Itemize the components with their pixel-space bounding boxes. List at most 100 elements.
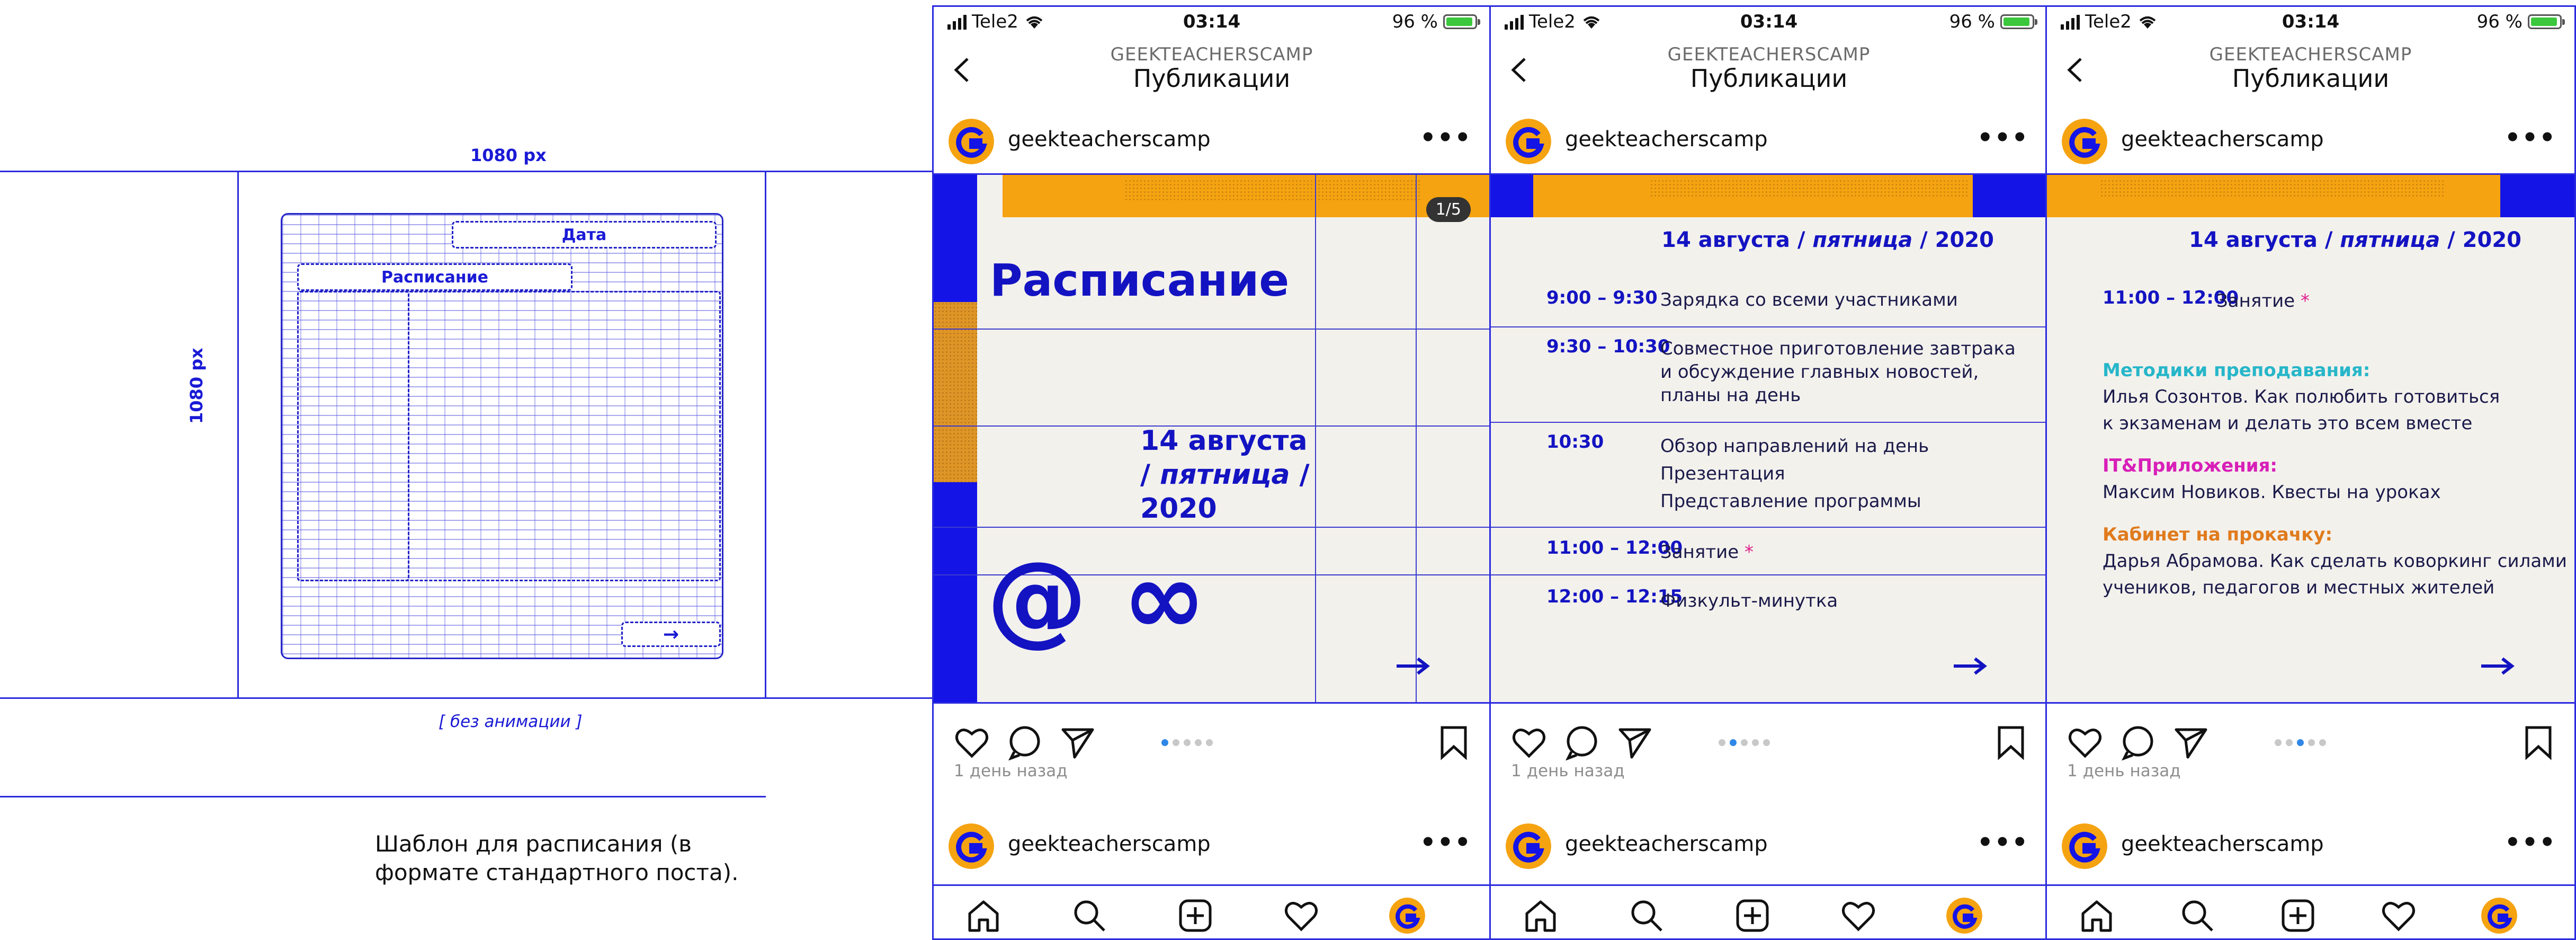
schedule-item: Обзор направлений на день Презентация Пред…	[1660, 436, 1929, 512]
carousel-indicator	[1161, 739, 1213, 746]
avatar[interactable]	[949, 823, 994, 869]
battery-icon	[2000, 14, 2037, 29]
slide-date-block: 14 августа / пятница / 2020	[1140, 424, 1310, 526]
phone-screen-2: Tele2 03:14 96 % GEEKTEACHERSCAMP Публик…	[1489, 5, 2049, 940]
avatar[interactable]	[949, 119, 994, 164]
bottom-tab-bar	[934, 884, 1490, 938]
post-header: geekteacherscamp •••	[1491, 110, 2047, 174]
username[interactable]: geekteacherscamp	[1008, 127, 1211, 152]
heart-icon[interactable]	[1511, 724, 1547, 760]
more-options-icon[interactable]: •••	[1977, 830, 2029, 855]
bookmark-icon[interactable]	[2520, 724, 2556, 760]
status-bar: Tele2 03:14 96 %	[934, 7, 1490, 39]
bookmark-icon[interactable]	[1993, 724, 2029, 760]
carousel-indicator	[2275, 739, 2326, 746]
avatar[interactable]	[1506, 823, 1551, 869]
activity-heart-icon[interactable]	[1283, 898, 1319, 934]
username[interactable]: geekteacherscamp	[2121, 832, 2324, 856]
heart-icon[interactable]	[2067, 724, 2103, 760]
track-2: IT&Приложения: Максим Новиков. Квесты на…	[2103, 453, 2441, 506]
comment-icon[interactable]	[1007, 724, 1043, 760]
screen-title: Публикации	[1690, 64, 1848, 93]
send-icon[interactable]	[1060, 724, 1096, 760]
track-title: Кабинет на прокачку:	[2103, 524, 2333, 545]
avatar[interactable]	[1506, 119, 1551, 164]
send-icon[interactable]	[2173, 724, 2209, 760]
blue-corner	[1491, 175, 1533, 217]
avatar[interactable]	[2062, 823, 2107, 869]
carousel-indicator	[1719, 739, 1770, 746]
next-post-header: geekteacherscamp •••	[934, 815, 1490, 879]
username[interactable]: geekteacherscamp	[1008, 832, 1211, 856]
plus-square-icon[interactable]	[1734, 898, 1770, 934]
next-arrow-icon[interactable]	[1394, 655, 1432, 677]
navigation-header: GEEKTEACHERSCAMP Публикации	[934, 40, 1490, 98]
battery-icon	[1443, 14, 1480, 29]
post-header: geekteacherscamp •••	[2047, 110, 2574, 174]
track-line: Дарья Абрамова. Как сделать коворкинг си…	[2103, 551, 2567, 572]
activity-heart-icon[interactable]	[2381, 898, 2417, 934]
search-icon[interactable]	[1071, 898, 1107, 934]
bottom-tab-bar	[2047, 884, 2574, 938]
account-name-caps: GEEKTEACHERSCAMP	[1667, 44, 1871, 65]
post-image-slide-2[interactable]: 14 августа / пятница / 2020 9:00 – 9:30 …	[1491, 173, 2047, 704]
home-icon[interactable]	[965, 898, 1001, 934]
row-divider	[1491, 326, 2047, 327]
profile-avatar[interactable]	[1389, 898, 1425, 934]
search-icon[interactable]	[1629, 898, 1665, 934]
slide-counter: 1/5	[1426, 197, 1471, 222]
schedule-item: Занятие *	[1660, 542, 1754, 563]
arrow-placeholder: →	[621, 622, 721, 647]
send-icon[interactable]	[1617, 724, 1653, 760]
username[interactable]: geekteacherscamp	[1565, 127, 1768, 152]
more-options-icon[interactable]: •••	[1420, 125, 1472, 150]
bottom-tab-bar	[1491, 884, 2047, 938]
width-label: 1080 px	[470, 145, 547, 165]
track-line: Илья Созонтов. Как полюбить готовиться	[2103, 386, 2500, 407]
grid-line	[934, 329, 1490, 330]
home-icon[interactable]	[2079, 898, 2115, 934]
post-image-slide-1[interactable]: 1/5 Расписание 14 августа / пятница / 20…	[934, 173, 1490, 704]
blue-band	[2500, 175, 2574, 217]
posted-time: 1 день назад	[2067, 761, 2181, 781]
username[interactable]: geekteacherscamp	[1565, 832, 1768, 856]
divider-line	[0, 796, 766, 797]
plus-square-icon[interactable]	[2280, 898, 2316, 934]
date-line-1: 14 августа	[1140, 425, 1308, 457]
search-icon[interactable]	[2179, 898, 2215, 934]
date-line-3: 2020	[1140, 493, 1217, 525]
height-label: 1080 px	[186, 348, 207, 424]
no-animation-note: [ без анимации ]	[439, 712, 583, 731]
avatar[interactable]	[2062, 119, 2107, 164]
schedule-item: Совместное приготовление завтрака и обсуж…	[1660, 338, 2016, 406]
comment-icon[interactable]	[2120, 724, 2156, 760]
post-image-slide-3[interactable]: 14 августа / пятница / 2020 11:00 – 12:0…	[2047, 173, 2574, 704]
more-options-icon[interactable]: •••	[2505, 830, 2556, 855]
home-icon[interactable]	[1523, 898, 1559, 934]
battery-icon	[2528, 14, 2565, 29]
profile-avatar[interactable]	[1946, 898, 1982, 934]
track-line: учеников, педагогов и местных жителей	[2103, 577, 2495, 598]
profile-avatar[interactable]	[2481, 898, 2517, 934]
plus-square-icon[interactable]	[1177, 898, 1213, 934]
heart-icon[interactable]	[954, 724, 990, 760]
guide-line-left	[237, 171, 239, 698]
guide-line-bottom	[0, 697, 932, 699]
comment-icon[interactable]	[1564, 724, 1600, 760]
date-placeholder: Дата	[452, 221, 717, 249]
more-options-icon[interactable]: •••	[1977, 125, 2029, 150]
next-arrow-icon[interactable]	[2479, 655, 2516, 677]
activity-heart-icon[interactable]	[1840, 898, 1876, 934]
more-options-icon[interactable]: •••	[2505, 125, 2556, 150]
lesson-label: Занятие *	[2216, 290, 2310, 312]
next-arrow-icon[interactable]	[1952, 655, 1989, 677]
schedule-title-placeholder: Расписание	[297, 263, 573, 291]
blue-band	[1973, 175, 2047, 217]
username[interactable]: geekteacherscamp	[2121, 127, 2324, 152]
template-wireframe: Дата Расписание →	[281, 213, 723, 659]
row-divider	[1491, 527, 2047, 528]
more-options-icon[interactable]: •••	[1420, 830, 1472, 855]
bookmark-icon[interactable]	[1436, 724, 1472, 760]
track-line: к экзаменам и делать это всем вместе	[2103, 413, 2473, 434]
texture	[1124, 179, 1421, 200]
